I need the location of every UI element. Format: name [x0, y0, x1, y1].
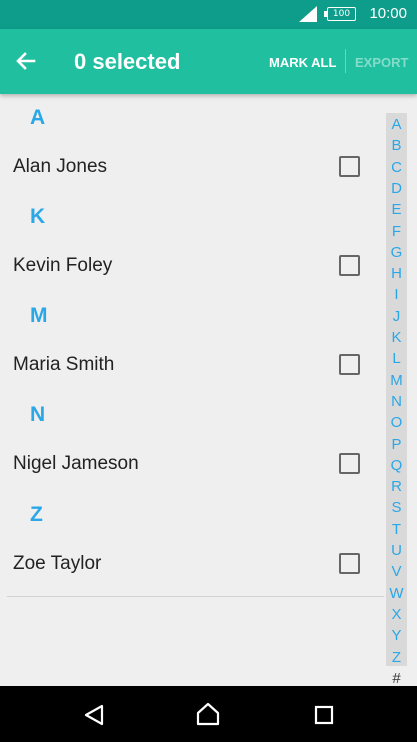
- list-divider: [7, 596, 384, 597]
- contact-name: Kevin Foley: [13, 255, 113, 276]
- index-letter[interactable]: S: [386, 499, 407, 516]
- contact-checkbox[interactable]: [339, 156, 360, 177]
- index-letter[interactable]: B: [386, 137, 407, 154]
- mark-all-button[interactable]: MARK ALL: [269, 55, 336, 70]
- section-header: N: [30, 403, 46, 426]
- index-letter[interactable]: O: [386, 414, 407, 431]
- selection-count-title: 0 selected: [74, 49, 181, 74]
- section-header: Z: [30, 503, 43, 526]
- index-letter[interactable]: G: [386, 244, 407, 261]
- index-letter[interactable]: P: [386, 436, 407, 453]
- contact-row[interactable]: Alan Jones: [0, 144, 384, 190]
- index-hash[interactable]: #: [386, 670, 407, 687]
- export-button[interactable]: EXPORT: [355, 55, 408, 70]
- index-letter[interactable]: Q: [386, 457, 407, 474]
- index-letter[interactable]: A: [386, 116, 407, 133]
- index-letter[interactable]: J: [386, 308, 407, 325]
- contact-name: Nigel Jameson: [13, 453, 139, 474]
- section-header: M: [30, 304, 48, 327]
- status-bar: 100 10:00: [0, 0, 417, 29]
- index-letter[interactable]: Y: [386, 627, 407, 644]
- contact-name: Alan Jones: [13, 156, 108, 177]
- index-letter[interactable]: M: [386, 372, 407, 389]
- battery-icon: 100: [324, 7, 356, 21]
- contact-list: A Alan Jones K Kevin Foley M Maria Smith…: [0, 94, 384, 574]
- index-letter[interactable]: R: [386, 478, 407, 495]
- contact-checkbox[interactable]: [339, 553, 360, 574]
- index-letter[interactable]: U: [386, 542, 407, 559]
- contact-checkbox[interactable]: [339, 453, 360, 474]
- index-letter[interactable]: L: [386, 350, 407, 367]
- index-letter[interactable]: H: [386, 265, 407, 282]
- index-letter[interactable]: K: [386, 329, 407, 346]
- app-bar: 0 selected MARK ALL EXPORT: [0, 29, 417, 94]
- home-nav-icon[interactable]: [180, 686, 236, 742]
- index-letter[interactable]: N: [386, 393, 407, 410]
- contact-row[interactable]: Kevin Foley: [0, 243, 384, 289]
- toolbar-divider: [345, 49, 346, 73]
- section-header: A: [30, 106, 46, 129]
- index-letter[interactable]: V: [386, 563, 407, 580]
- contact-row[interactable]: Zoe Taylor: [0, 541, 384, 587]
- contact-name: Maria Smith: [13, 354, 115, 375]
- alphabet-index-bar[interactable]: ABCDEFGHIJKLMNOPQRSTUVWXYZ: [386, 113, 407, 666]
- navigation-bar: [0, 686, 417, 742]
- index-letter[interactable]: D: [386, 180, 407, 197]
- index-letter[interactable]: I: [386, 286, 407, 303]
- contact-row[interactable]: Nigel Jameson: [0, 441, 384, 487]
- index-letter[interactable]: T: [386, 521, 407, 538]
- index-letter[interactable]: Z: [386, 649, 407, 666]
- contact-checkbox[interactable]: [339, 255, 360, 276]
- section-header: K: [30, 205, 46, 228]
- signal-icon: [299, 6, 317, 22]
- contact-checkbox[interactable]: [339, 354, 360, 375]
- index-letter[interactable]: F: [386, 223, 407, 240]
- back-arrow-icon[interactable]: [12, 47, 40, 75]
- recents-nav-icon[interactable]: [296, 686, 352, 742]
- contact-row[interactable]: Maria Smith: [0, 342, 384, 388]
- contact-name: Zoe Taylor: [13, 553, 102, 574]
- index-letter[interactable]: W: [386, 585, 407, 602]
- section-z: Z Zoe Taylor: [0, 491, 384, 690]
- back-nav-icon[interactable]: [66, 686, 122, 742]
- index-letter[interactable]: C: [386, 159, 407, 176]
- index-letter[interactable]: E: [386, 201, 407, 218]
- index-letter[interactable]: X: [386, 606, 407, 623]
- clock: 10:00: [369, 5, 407, 22]
